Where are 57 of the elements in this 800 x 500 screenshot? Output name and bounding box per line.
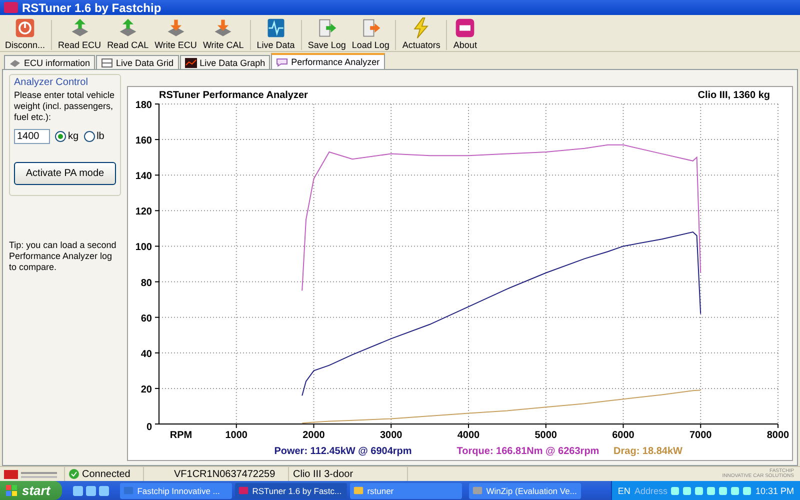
y-tick-label: 100 bbox=[135, 242, 152, 254]
toolbar-button[interactable]: Write ECU bbox=[152, 16, 200, 50]
y-tick-label: 60 bbox=[140, 313, 152, 324]
y-tick-label: 120 bbox=[135, 206, 152, 218]
x-axis-label: RPM bbox=[170, 430, 192, 441]
y-tick-label: 0 bbox=[146, 422, 152, 433]
vin-text: VF1CR1N0637472259 bbox=[174, 468, 276, 480]
chart-subtitle: Clio III, 1360 kg bbox=[698, 90, 770, 101]
y-tick-label: 80 bbox=[140, 278, 152, 289]
toolbar-button[interactable]: Actuators bbox=[399, 16, 444, 50]
toolbar-button[interactable]: Read CAL bbox=[104, 16, 152, 50]
tip-text: Tip: you can load a second Performance Analyzer log to compare. bbox=[9, 240, 118, 273]
toolbar-button[interactable]: Disconn... bbox=[2, 16, 48, 50]
unit-radio[interactable]: kg bbox=[55, 131, 79, 142]
x-tick-label: 6000 bbox=[612, 430, 634, 441]
chart-title: RSTuner Performance Analyzer bbox=[159, 90, 308, 101]
weight-prompt: Please enter total vehicle weight (incl. passengers, fuel etc.): bbox=[14, 90, 116, 123]
connection-status: Connected bbox=[82, 468, 130, 480]
toolbar-button[interactable]: Live Data bbox=[254, 16, 298, 50]
taskbar-button[interactable]: RSTuner 1.6 by Fastc... bbox=[235, 482, 348, 498]
vehicle-text: Clio III 3-door bbox=[293, 468, 354, 480]
unit-radio[interactable]: lb bbox=[84, 131, 104, 142]
y-tick-label: 180 bbox=[135, 100, 152, 111]
toolbar-button[interactable]: About bbox=[450, 16, 480, 50]
y-tick-label: 160 bbox=[135, 136, 152, 147]
language-indicator[interactable]: EN bbox=[618, 486, 630, 496]
address-label: Address bbox=[634, 486, 668, 496]
x-tick-label: 3000 bbox=[380, 430, 402, 441]
tab[interactable]: ECU information bbox=[4, 55, 96, 69]
taskbar-button[interactable]: Fastchip Innovative ... bbox=[120, 482, 232, 498]
toolbar-button[interactable]: Save Log bbox=[304, 16, 349, 50]
x-tick-label: 2000 bbox=[302, 430, 325, 441]
toolbar-button[interactable]: Write CAL bbox=[200, 16, 247, 50]
x-tick-label: 8000 bbox=[766, 430, 790, 441]
x-tick-label: 4000 bbox=[457, 430, 480, 441]
toolbar-button[interactable]: Load Log bbox=[348, 16, 392, 50]
taskbar-button[interactable]: WinZip (Evaluation Ve... bbox=[469, 482, 582, 498]
x-tick-label: 7000 bbox=[690, 430, 712, 441]
x-tick-label: 5000 bbox=[534, 430, 557, 441]
toolbar-button[interactable]: Read ECU bbox=[55, 16, 104, 50]
tab[interactable]: Live Data Graph bbox=[180, 55, 270, 69]
x-tick-label: 1000 bbox=[225, 430, 248, 441]
window-title: RSTuner 1.6 by Fastchip bbox=[22, 0, 162, 14]
tab[interactable]: Live Data Grid bbox=[96, 55, 179, 69]
tab[interactable]: Performance Analyzer bbox=[271, 53, 385, 69]
y-tick-label: 140 bbox=[135, 171, 152, 182]
start-button[interactable]: start bbox=[0, 481, 62, 500]
y-tick-label: 40 bbox=[140, 348, 152, 360]
group-title: Analyzer Control bbox=[14, 77, 89, 88]
y-tick-label: 20 bbox=[140, 384, 152, 396]
legend-text: Power: 112.45kW @ 6904rpm bbox=[274, 446, 412, 457]
activate-button[interactable]: Activate PA mode bbox=[14, 162, 116, 185]
weight-field[interactable]: 1400 bbox=[14, 129, 50, 144]
clock: 10:31 PM bbox=[755, 486, 794, 496]
legend-text: Drag: 18.84kW bbox=[614, 446, 682, 457]
legend-text: Torque: 166.81Nm @ 6263rpm bbox=[456, 446, 600, 457]
taskbar-button[interactable]: rstuner bbox=[350, 482, 462, 498]
